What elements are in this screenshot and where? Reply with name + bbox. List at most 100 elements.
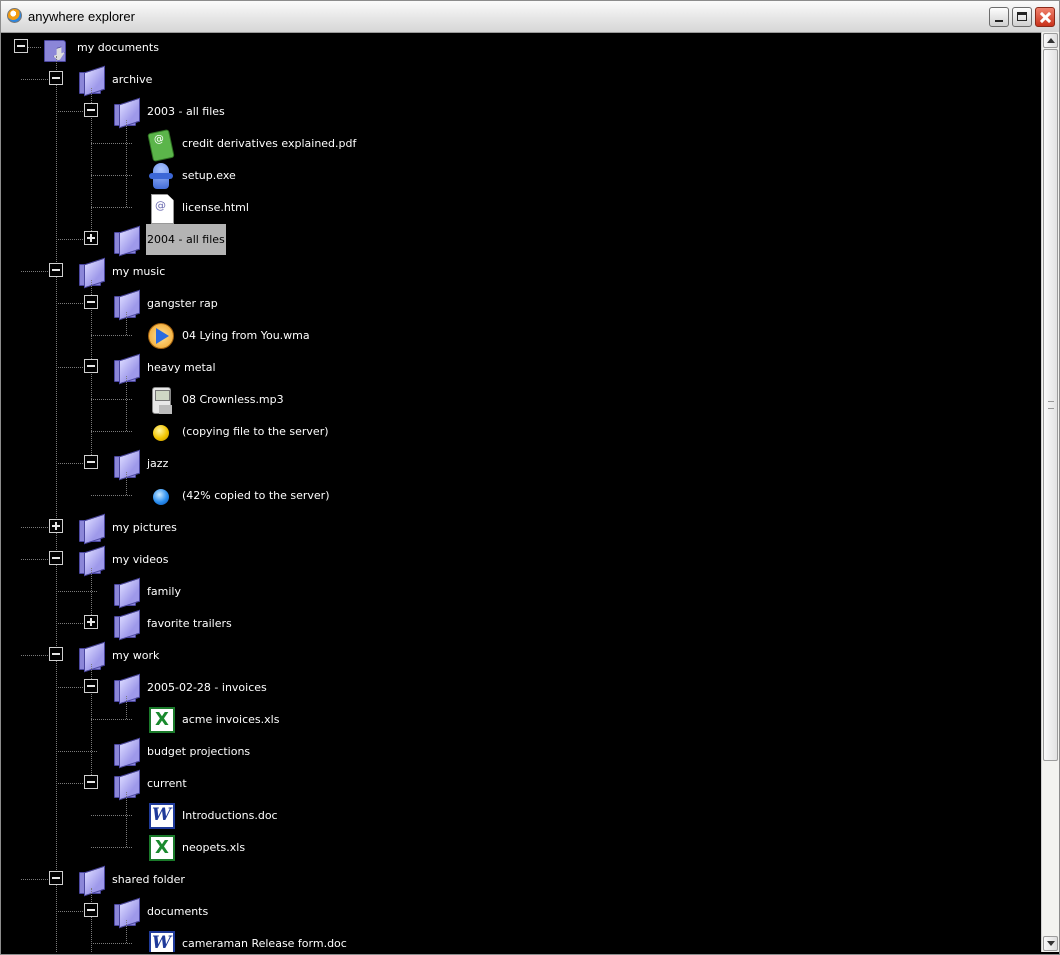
tree-item-label: jazz bbox=[147, 457, 169, 470]
exe-file-icon bbox=[146, 161, 176, 191]
collapse-icon[interactable] bbox=[84, 679, 98, 693]
tree-item-label: credit derivatives explained.pdf bbox=[182, 137, 357, 150]
collapse-icon[interactable] bbox=[84, 903, 98, 917]
folder-icon bbox=[76, 513, 106, 543]
collapse-icon[interactable] bbox=[49, 263, 63, 277]
tree-item[interactable]: (42% copied to the server) bbox=[2, 480, 802, 512]
tree-item-label: heavy metal bbox=[147, 361, 216, 374]
tree-item-label: budget projections bbox=[147, 745, 251, 758]
tree-item-label: my music bbox=[112, 265, 166, 278]
tree-item-label: family bbox=[147, 585, 181, 598]
minimize-button[interactable] bbox=[989, 7, 1009, 27]
tree-item[interactable]: credit derivatives explained.pdf bbox=[2, 128, 802, 160]
tree-connector bbox=[91, 847, 132, 848]
tree-item[interactable]: setup.exe bbox=[2, 160, 802, 192]
excel-file-icon bbox=[146, 705, 176, 735]
tree-item[interactable]: 08 Crownless.mp3 bbox=[2, 384, 802, 416]
tree-item-label-selected: 2004 - all files bbox=[146, 224, 226, 255]
expand-icon[interactable] bbox=[84, 615, 98, 629]
tree-connector bbox=[91, 143, 132, 144]
collapse-icon[interactable] bbox=[49, 647, 63, 661]
collapse-icon[interactable] bbox=[14, 39, 28, 53]
tree-item[interactable]: shared folder bbox=[2, 864, 802, 896]
window-title: anywhere explorer bbox=[28, 9, 135, 24]
tree-item-label: Introductions.doc bbox=[182, 809, 278, 822]
tree-item[interactable]: cameraman Release form.doc bbox=[2, 928, 802, 952]
tree-item-label: 2003 - all files bbox=[147, 105, 225, 118]
tree-item[interactable]: my music bbox=[2, 256, 802, 288]
tree-item-label: 04 Lying from You.wma bbox=[182, 329, 310, 342]
tree-item-label: my work bbox=[112, 649, 160, 662]
tree-connector bbox=[56, 591, 97, 592]
tree-item[interactable]: current bbox=[2, 768, 802, 800]
tree-connector bbox=[91, 207, 132, 208]
tree-item-label: my documents bbox=[77, 41, 159, 54]
tree-item-label: archive bbox=[112, 73, 153, 86]
word-file-icon bbox=[146, 801, 176, 831]
tree-item[interactable]: heavy metal bbox=[2, 352, 802, 384]
tree-item[interactable]: neopets.xls bbox=[2, 832, 802, 864]
collapse-icon[interactable] bbox=[84, 103, 98, 117]
folder-icon bbox=[111, 225, 141, 255]
tree-item[interactable]: archive bbox=[2, 64, 802, 96]
tree-item[interactable]: my documents bbox=[2, 32, 802, 64]
word-file-icon bbox=[146, 929, 176, 952]
tree-item-label: (copying file to the server) bbox=[182, 425, 329, 438]
tree-connector bbox=[91, 719, 132, 720]
vertical-scrollbar[interactable] bbox=[1041, 32, 1059, 952]
tree-item[interactable]: license.html bbox=[2, 192, 802, 224]
tree-item[interactable]: my pictures bbox=[2, 512, 802, 544]
pdf-file-icon bbox=[146, 129, 176, 159]
tree-item-label: (42% copied to the server) bbox=[182, 489, 330, 502]
tree-item[interactable]: 2003 - all files bbox=[2, 96, 802, 128]
scroll-down-arrow-icon[interactable] bbox=[1043, 936, 1058, 951]
tree-connector bbox=[91, 815, 132, 816]
scroll-thumb[interactable] bbox=[1043, 49, 1058, 761]
tree-item-label: shared folder bbox=[112, 873, 185, 886]
status-blue-dot-icon bbox=[146, 481, 176, 511]
tree-item-label: 08 Crownless.mp3 bbox=[182, 393, 284, 406]
expand-icon[interactable] bbox=[84, 231, 98, 245]
maximize-button[interactable] bbox=[1012, 7, 1032, 27]
explorer-window: anywhere explorer my documents archive 200… bbox=[0, 0, 1060, 955]
folder-icon bbox=[111, 737, 141, 767]
title-bar[interactable]: anywhere explorer bbox=[1, 1, 1059, 33]
collapse-icon[interactable] bbox=[49, 871, 63, 885]
tree-item[interactable]: gangster rap bbox=[2, 288, 802, 320]
tree-item[interactable]: Introductions.doc bbox=[2, 800, 802, 832]
html-file-icon bbox=[146, 193, 176, 223]
tree-item[interactable]: 2004 - all files bbox=[2, 224, 802, 256]
collapse-icon[interactable] bbox=[84, 295, 98, 309]
tree-item-label: license.html bbox=[182, 201, 249, 214]
tree-item[interactable]: my videos bbox=[2, 544, 802, 576]
tree-item-label: my videos bbox=[112, 553, 169, 566]
tree-item[interactable]: jazz bbox=[2, 448, 802, 480]
tree-item[interactable]: budget projections bbox=[2, 736, 802, 768]
tree-item[interactable]: my work bbox=[2, 640, 802, 672]
audio-player-icon bbox=[146, 385, 176, 415]
tree-item[interactable]: favorite trailers bbox=[2, 608, 802, 640]
media-file-icon bbox=[146, 321, 176, 351]
collapse-icon[interactable] bbox=[84, 455, 98, 469]
tree-item-label: my pictures bbox=[112, 521, 177, 534]
collapse-icon[interactable] bbox=[84, 775, 98, 789]
collapse-icon[interactable] bbox=[49, 71, 63, 85]
close-button[interactable] bbox=[1035, 7, 1055, 27]
file-tree: my documents archive 2003 - all files credi… bbox=[2, 32, 1040, 952]
tree-item-label: current bbox=[147, 777, 187, 790]
expand-icon[interactable] bbox=[49, 519, 63, 533]
tree-item-label: documents bbox=[147, 905, 209, 918]
tree-item[interactable]: 2005-02-28 - invoices bbox=[2, 672, 802, 704]
tree-connector bbox=[91, 175, 132, 176]
scroll-up-arrow-icon[interactable] bbox=[1043, 33, 1058, 48]
collapse-icon[interactable] bbox=[49, 551, 63, 565]
tree-item[interactable]: family bbox=[2, 576, 802, 608]
folder-icon bbox=[111, 577, 141, 607]
tree-item[interactable]: (copying file to the server) bbox=[2, 416, 802, 448]
tree-item[interactable]: 04 Lying from You.wma bbox=[2, 320, 802, 352]
tree-item-label: neopets.xls bbox=[182, 841, 246, 854]
collapse-icon[interactable] bbox=[84, 359, 98, 373]
tree-connector bbox=[91, 943, 132, 944]
tree-item[interactable]: acme invoices.xls bbox=[2, 704, 802, 736]
tree-item[interactable]: documents bbox=[2, 896, 802, 928]
